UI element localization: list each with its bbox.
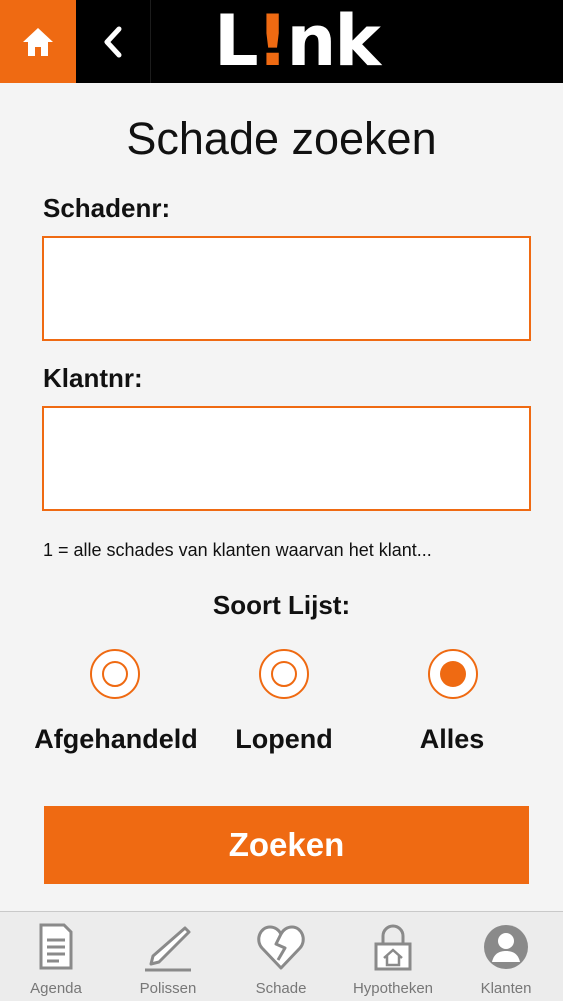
radio-lopend[interactable] — [259, 649, 309, 699]
radio-selected-dot — [440, 661, 466, 687]
top-navigation-bar: L! nk — [0, 0, 563, 83]
list-type-title: Soort Lijst: — [212, 590, 351, 620]
broken-heart-icon — [257, 925, 305, 970]
schadenr-label: Schadenr: — [43, 193, 171, 223]
tab-label: Hypotheken — [352, 980, 434, 997]
tab-label: Agenda — [30, 980, 82, 997]
radio-label-alles[interactable]: Alles — [357, 724, 547, 755]
schadenr-input[interactable] — [42, 236, 531, 341]
radio-label-afgehandeld[interactable]: Afgehandeld — [21, 724, 211, 755]
tab-label: Klanten — [480, 980, 532, 997]
tab-klanten[interactable]: Klanten — [450, 912, 562, 1001]
tab-polissen[interactable]: Polissen — [112, 912, 224, 1001]
tab-hypotheken[interactable]: Hypotheken — [337, 912, 449, 1001]
radio-alles[interactable] — [428, 649, 478, 699]
tab-agenda[interactable]: Agenda — [0, 912, 112, 1001]
tab-label: Schade — [255, 980, 307, 997]
radio-unselected-ring — [102, 661, 128, 687]
radio-unselected-ring — [271, 661, 297, 687]
link-logo: L! nk — [214, 0, 381, 82]
radio-label-lopend[interactable]: Lopend — [189, 724, 379, 755]
klantnr-label: Klantnr: — [43, 363, 143, 393]
tab-label: Polissen — [139, 980, 197, 997]
back-chevron-icon — [104, 26, 122, 57]
document-icon — [39, 923, 73, 970]
search-button[interactable]: Zoeken — [44, 806, 529, 884]
home-icon — [23, 27, 53, 56]
klantnr-hint-text: 1 = alle schades van klanten waarvan het… — [43, 540, 432, 560]
person-icon — [484, 925, 528, 969]
bottom-tab-bar: Agenda Polissen Schade Hypotheken Klante… — [0, 911, 563, 1001]
tab-schade[interactable]: Schade — [225, 912, 337, 1001]
radio-afgehandeld[interactable] — [90, 649, 140, 699]
pen-icon — [145, 926, 191, 972]
page-title: Schade zoeken — [126, 113, 437, 164]
klantnr-input[interactable] — [42, 406, 531, 511]
home-button[interactable] — [0, 0, 76, 83]
back-button[interactable] — [76, 0, 151, 83]
lock-house-icon — [374, 924, 412, 971]
